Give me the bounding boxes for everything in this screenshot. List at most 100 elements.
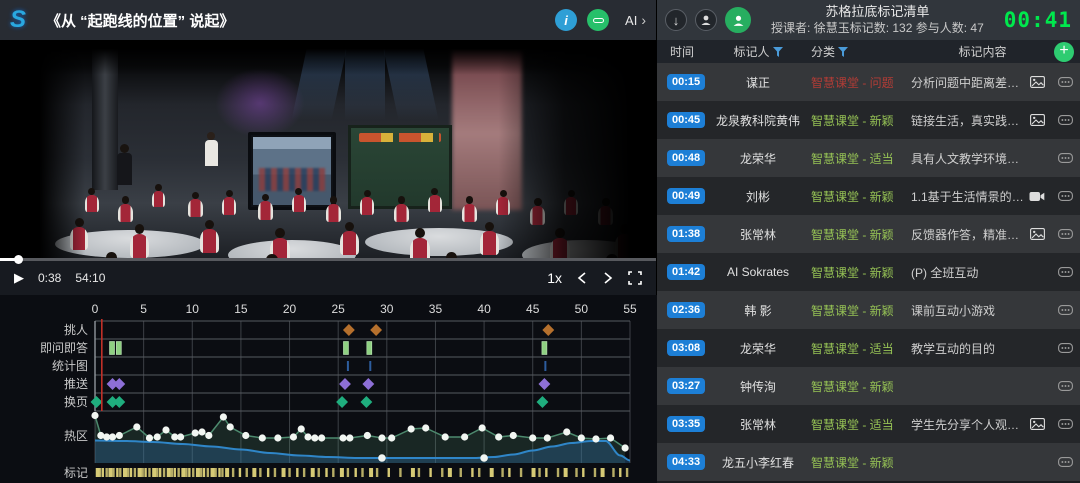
mark-tick xyxy=(361,468,363,477)
app-window: S 《从 “起跑线的位置” 说起》 i AI › xyxy=(0,0,1080,483)
mark-tick xyxy=(123,468,127,477)
mark-tick xyxy=(221,468,223,477)
time-badge[interactable]: 04:33 xyxy=(667,454,705,470)
pillar xyxy=(92,40,118,190)
mark-content: 教学互动的目的 xyxy=(911,340,1024,357)
time-badge[interactable]: 03:35 xyxy=(667,416,705,432)
table-row[interactable]: 04:33龙五小李红春智慧课堂 - 新颖 xyxy=(657,443,1080,481)
ai-panel-toggle[interactable]: AI › xyxy=(619,12,646,28)
mark-tick xyxy=(332,468,334,477)
seek-bar[interactable] xyxy=(0,258,656,261)
table-row[interactable]: 03:27钟传洵智慧课堂 - 新颖 xyxy=(657,367,1080,405)
column-marker: 标记人 xyxy=(733,43,769,60)
mark-tick xyxy=(127,468,129,477)
mark-tick xyxy=(303,468,305,477)
mark-tick xyxy=(288,468,290,477)
category-label: 智慧课堂 - 新颖 xyxy=(803,188,911,205)
info-icon[interactable]: i xyxy=(555,9,577,31)
table-row[interactable]: 01:42AI Sokrates智慧课堂 - 新颖(P) 全班互动 xyxy=(657,253,1080,291)
comment-icon[interactable] xyxy=(1058,381,1073,391)
stage-banner xyxy=(452,40,522,210)
table-row[interactable]: 00:15谋正智慧课堂 - 问题分析问题中距离差可以打问号❓问题更明细 xyxy=(657,63,1080,101)
mark-content: 课前互动小游戏 xyxy=(911,302,1024,319)
comment-icon[interactable] xyxy=(1058,343,1073,353)
table-row[interactable]: 03:08龙荣华智慧课堂 - 适当教学互动的目的 xyxy=(657,329,1080,367)
session-timer: 00:41 xyxy=(1004,8,1072,32)
student-figure xyxy=(480,222,499,255)
category-label: 智慧课堂 - 新颖 xyxy=(803,226,911,243)
mark-tick xyxy=(144,468,146,477)
time-cell: 03:27 xyxy=(657,378,713,394)
play-button[interactable]: ▶ xyxy=(14,270,24,286)
user-icon[interactable] xyxy=(695,9,717,31)
table-row[interactable]: 01:38张常林智慧课堂 - 新颖反馈器作答，精准有效。 xyxy=(657,215,1080,253)
video-panel: S 《从 “起跑线的位置” 说起》 i AI › xyxy=(0,0,657,483)
mark-tick xyxy=(181,468,185,477)
teacher-figure xyxy=(204,132,218,172)
mark-tick xyxy=(575,468,577,477)
svg-text:推送: 推送 xyxy=(64,376,88,391)
table-row[interactable]: 00:48龙荣华智慧课堂 - 适当具有人文教学环境的导入意识 xyxy=(657,139,1080,177)
filter-icon[interactable] xyxy=(773,47,783,57)
table-row[interactable]: 00:45龙泉教科院黄伟智慧课堂 - 新颖链接生活，真实践，真调查 xyxy=(657,101,1080,139)
time-badge[interactable]: 00:49 xyxy=(667,188,705,204)
mark-tick xyxy=(626,468,628,477)
duration: 54:10 xyxy=(75,271,105,285)
time-badge[interactable]: 01:38 xyxy=(667,226,705,242)
mark-tick xyxy=(429,468,431,477)
participants-icon[interactable] xyxy=(725,7,751,33)
marker-name: 龙荣华 xyxy=(713,340,803,357)
time-badge[interactable]: 01:42 xyxy=(667,264,705,280)
time-badge[interactable]: 00:15 xyxy=(667,74,705,90)
marker-name: AI Sokrates xyxy=(713,265,803,279)
comment-icon[interactable] xyxy=(1058,115,1073,125)
time-badge[interactable]: 03:08 xyxy=(667,340,705,356)
student-figure xyxy=(550,228,570,258)
time-cell: 02:36 xyxy=(657,302,713,318)
next-button[interactable] xyxy=(602,271,614,285)
mark-tick xyxy=(174,468,176,477)
video-player[interactable] xyxy=(0,40,656,258)
add-mark-button[interactable]: + xyxy=(1054,42,1074,62)
time-badge[interactable]: 00:48 xyxy=(667,150,705,166)
time-badge[interactable]: 00:45 xyxy=(667,112,705,128)
table-header: 时间 标记人 分类 标记内容 + xyxy=(657,40,1080,63)
timeline-marker xyxy=(537,396,549,408)
comment-icon[interactable] xyxy=(1058,305,1073,315)
comment-icon[interactable] xyxy=(1058,77,1073,87)
time-badge[interactable]: 03:27 xyxy=(667,378,705,394)
mark-tick xyxy=(311,468,315,477)
prev-button[interactable] xyxy=(576,271,588,285)
mark-content: 具有人文教学环境的导入意识 xyxy=(911,150,1024,167)
activity-timeline[interactable]: 0510152025303540455055挑人即问即答统计图推送换页热区标记 xyxy=(0,295,657,483)
time-cell: 00:15 xyxy=(657,74,713,90)
svg-text:25: 25 xyxy=(332,302,346,316)
mark-tick xyxy=(274,468,276,477)
mark-tick xyxy=(376,468,378,477)
comment-icon[interactable] xyxy=(1058,191,1073,201)
comment-icon[interactable] xyxy=(1058,229,1073,239)
comment-icon[interactable] xyxy=(1058,267,1073,277)
comment-icon[interactable] xyxy=(1058,153,1073,163)
svg-text:标记: 标记 xyxy=(64,466,88,480)
capsule-icon[interactable] xyxy=(587,9,609,31)
timeline-marker xyxy=(113,378,125,390)
time-cell: 01:38 xyxy=(657,226,713,242)
playback-speed-button[interactable]: 1x xyxy=(547,270,562,286)
image-icon xyxy=(1030,418,1045,430)
fullscreen-button[interactable] xyxy=(628,271,642,285)
table-row[interactable]: 02:36韩 影智慧课堂 - 新颖课前互动小游戏 xyxy=(657,291,1080,329)
student-figure xyxy=(70,218,88,250)
svg-text:换页: 换页 xyxy=(64,395,88,409)
attachment-cell xyxy=(1024,418,1050,430)
filter-icon[interactable] xyxy=(838,47,848,57)
comment-icon[interactable] xyxy=(1058,419,1073,429)
table-row[interactable]: 00:49刘彬智慧课堂 - 新颖1.1基于生活情景的导入微视频 xyxy=(657,177,1080,215)
time-badge[interactable]: 02:36 xyxy=(667,302,705,318)
table-row[interactable]: 03:35张常林智慧课堂 - 适当学生先分享个人观点，老师再引导正确路径，不错 xyxy=(657,405,1080,443)
download-icon[interactable]: ↓ xyxy=(665,9,687,31)
comment-icon[interactable] xyxy=(1058,457,1073,467)
seek-knob[interactable] xyxy=(14,255,23,264)
mark-tick xyxy=(211,468,215,477)
svg-text:40: 40 xyxy=(477,302,491,316)
